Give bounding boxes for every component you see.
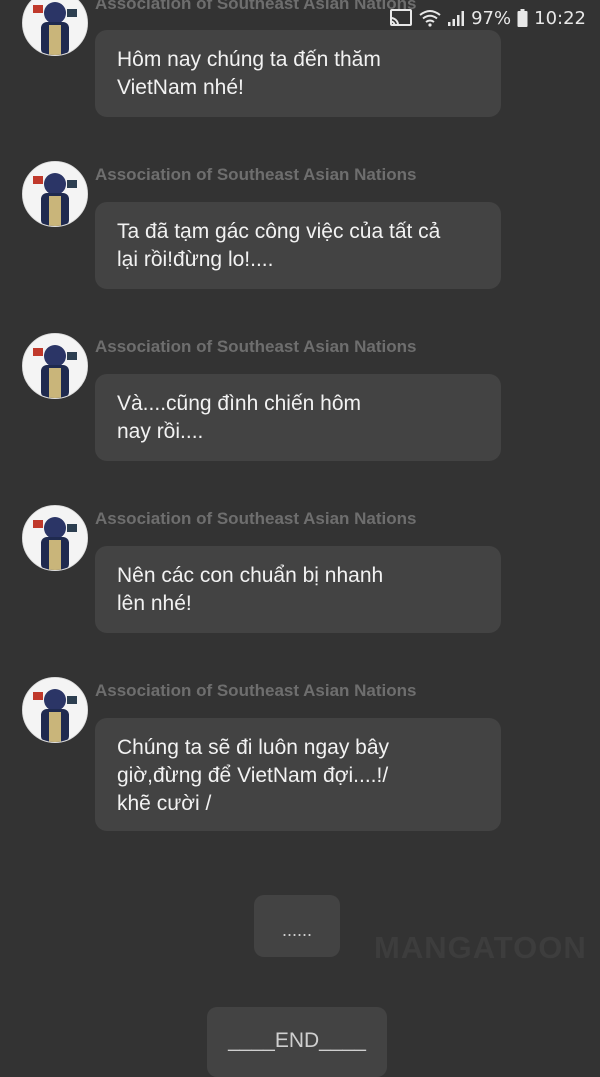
wifi-icon bbox=[419, 9, 441, 27]
avatar[interactable] bbox=[22, 161, 88, 227]
message-line: Ta đã tạm gác công việc của tất cả bbox=[117, 220, 441, 243]
message-bubble: Chúng ta sẽ đi luôn ngay bây giờ,đừng để… bbox=[95, 718, 501, 831]
avatar[interactable] bbox=[22, 0, 88, 56]
message-line: Hôm nay chúng ta đến thăm bbox=[117, 48, 381, 71]
message-line: lên nhé! bbox=[117, 592, 192, 615]
message-line: nay rồi.... bbox=[117, 420, 204, 443]
battery-percent: 97% bbox=[471, 7, 512, 29]
message-line: Nên các con chuẩn bị nhanh bbox=[117, 564, 384, 587]
message-line: lại rồi!đừng lo!.... bbox=[117, 248, 274, 271]
message-line: Và....cũng đình chiến hôm bbox=[117, 392, 361, 415]
message-bubble: Hôm nay chúng ta đến thăm VietNam nhé! bbox=[95, 30, 501, 117]
signal-icon bbox=[447, 9, 465, 27]
end-label: ____END____ bbox=[228, 1029, 366, 1052]
continue-button[interactable]: ...... bbox=[254, 895, 340, 957]
message-bubble: Và....cũng đình chiến hôm nay rồi.... bbox=[95, 374, 501, 461]
sender-name: Association of Southeast Asian Nations bbox=[95, 509, 417, 528]
sender-name: Association of Southeast Asian Nations bbox=[95, 0, 417, 13]
avatar[interactable] bbox=[22, 505, 88, 571]
avatar[interactable] bbox=[22, 333, 88, 399]
message-line: khẽ cười / bbox=[117, 792, 212, 815]
message-bubble: Nên các con chuẩn bị nhanh lên nhé! bbox=[95, 546, 501, 633]
continue-label: ...... bbox=[281, 919, 312, 940]
watermark-logo: MANGATOON bbox=[374, 930, 587, 965]
message-line: VietNam nhé! bbox=[117, 76, 244, 99]
sender-name: Association of Southeast Asian Nations bbox=[95, 681, 417, 700]
avatar[interactable] bbox=[22, 677, 88, 743]
message-bubble: Ta đã tạm gác công việc của tất cả lại r… bbox=[95, 202, 501, 289]
sender-name: Association of Southeast Asian Nations bbox=[95, 165, 417, 184]
message-line: Chúng ta sẽ đi luôn ngay bây bbox=[117, 736, 390, 759]
sender-name: Association of Southeast Asian Nations bbox=[95, 337, 417, 356]
battery-icon bbox=[517, 9, 528, 27]
message-line: giờ,đừng để VietNam đợi....!/ bbox=[117, 764, 389, 787]
status-bar: 97% 10:22 bbox=[389, 4, 586, 32]
clock: 10:22 bbox=[534, 7, 586, 29]
